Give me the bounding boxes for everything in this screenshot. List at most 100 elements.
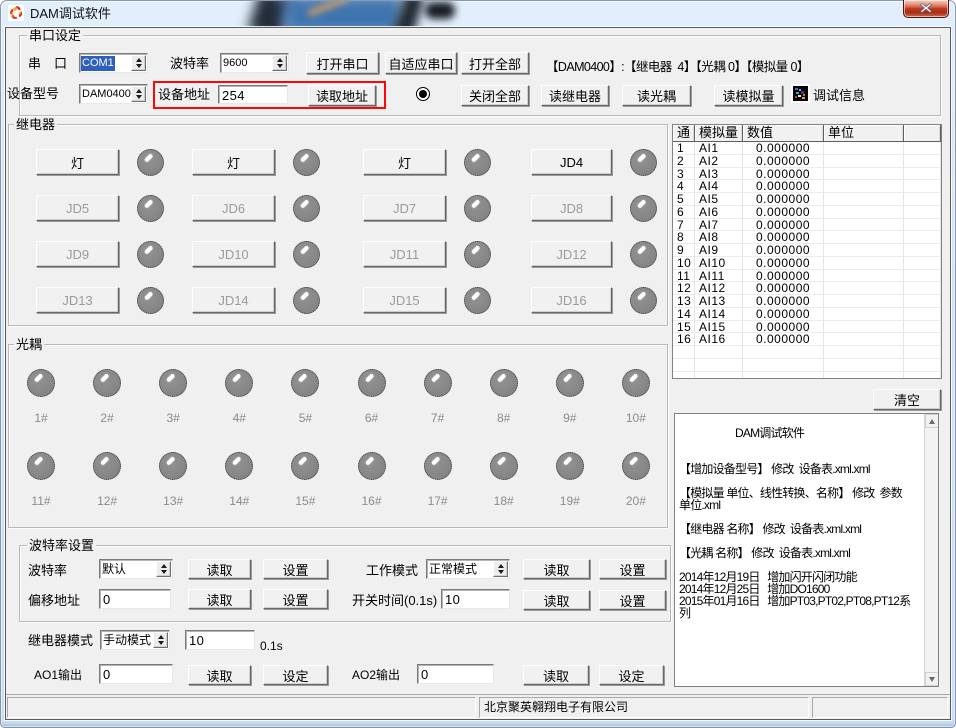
relay-time-input[interactable]: 10 xyxy=(185,630,255,650)
read-analog-button[interactable]: 读模拟量 xyxy=(714,85,783,106)
open-serial-button[interactable]: 打开串口 xyxy=(306,52,379,74)
info-scrollbar[interactable] xyxy=(924,414,938,686)
baudrate-combobox[interactable]: 默认 xyxy=(99,559,173,579)
ao2-input[interactable]: 0 xyxy=(417,664,494,684)
table-row[interactable] xyxy=(673,372,941,380)
relay-button-11[interactable]: JD11 xyxy=(363,241,446,267)
switch-read-button[interactable]: 读取 xyxy=(523,590,590,610)
relay-indicator-7 xyxy=(464,195,491,222)
ao2-set-button[interactable]: 设定 xyxy=(599,665,664,685)
relay-button-3[interactable]: 灯 xyxy=(363,149,446,175)
ao1-input[interactable]: 0 xyxy=(99,664,173,684)
table-row[interactable]: 9AI90.000000 xyxy=(673,244,941,257)
ao2-input-value: 0 xyxy=(421,667,429,682)
table-row[interactable] xyxy=(673,346,941,359)
analog-table[interactable]: 通模拟量数值单位 1AI10.0000002AI20.0000003AI30.0… xyxy=(672,124,942,379)
workmode-combobox[interactable]: 正常模式 xyxy=(426,559,510,579)
scroll-up-button[interactable] xyxy=(925,414,939,428)
relay-button-13[interactable]: JD13 xyxy=(36,287,119,313)
relay-button-6[interactable]: JD6 xyxy=(192,195,275,221)
relay-button-12[interactable]: JD12 xyxy=(531,241,612,267)
baudrate-dropdown-icon[interactable] xyxy=(156,561,171,577)
relay-button-15[interactable]: JD15 xyxy=(363,287,446,313)
table-row[interactable]: 6AI60.000000 xyxy=(673,206,941,219)
relay-button-8[interactable]: JD8 xyxy=(531,195,612,221)
model-dropdown-icon[interactable] xyxy=(131,86,146,102)
table-row[interactable]: 3AI30.000000 xyxy=(673,168,941,181)
read-relay-button[interactable]: 读继电器 xyxy=(541,85,609,106)
table-row[interactable]: 11AI110.000000 xyxy=(673,270,941,283)
offset-read-button[interactable]: 读取 xyxy=(188,589,251,609)
workmode-dropdown-icon[interactable] xyxy=(493,561,508,577)
ao2-read-button[interactable]: 读取 xyxy=(523,665,589,685)
relay-button-2[interactable]: 灯 xyxy=(192,149,275,175)
close-all-button[interactable]: 关闭全部 xyxy=(461,85,529,106)
model-combobox[interactable]: DAM0400 xyxy=(79,84,148,104)
relay-button-10[interactable]: JD10 xyxy=(192,241,275,267)
table-cell: 16 xyxy=(673,333,695,346)
table-header-1[interactable]: 通 xyxy=(673,125,695,142)
table-row[interactable]: 8AI80.000000 xyxy=(673,231,941,244)
table-header-4[interactable]: 单位 xyxy=(824,125,904,142)
table-cell: 3 xyxy=(673,168,695,181)
table-row[interactable]: 12AI120.000000 xyxy=(673,282,941,295)
table-header-5[interactable] xyxy=(904,125,941,142)
relay-indicator-12 xyxy=(630,241,657,268)
table-row[interactable]: 7AI70.000000 xyxy=(673,219,941,232)
port-dropdown-icon[interactable] xyxy=(131,55,146,71)
table-row[interactable]: 13AI130.000000 xyxy=(673,295,941,308)
clear-button[interactable]: 清空 xyxy=(873,389,941,410)
relay-button-9[interactable]: JD9 xyxy=(36,241,119,267)
baud-dropdown-icon[interactable] xyxy=(272,55,287,71)
table-cell xyxy=(673,346,695,359)
table-row[interactable] xyxy=(673,359,941,372)
table-row[interactable]: 16AI160.000000 xyxy=(673,333,941,346)
port-combobox[interactable]: COM1 xyxy=(79,53,148,73)
table-row[interactable]: 15AI150.000000 xyxy=(673,321,941,334)
auto-serial-button[interactable]: 自适应串口 xyxy=(385,52,457,74)
ao-set-button[interactable]: 设定 xyxy=(263,665,328,685)
workmode-set-button[interactable]: 设置 xyxy=(599,559,666,579)
read-opto-button[interactable]: 读光耦 xyxy=(622,85,691,106)
offset-set-button[interactable]: 设置 xyxy=(263,589,328,609)
relay-mode-dropdown-icon[interactable] xyxy=(153,632,168,648)
relay-button-4[interactable]: JD4 xyxy=(531,149,612,175)
relay-button-5[interactable]: JD5 xyxy=(36,195,119,221)
table-cell: AI12 xyxy=(695,282,743,295)
table-row[interactable]: 1AI10.000000 xyxy=(673,142,941,155)
relay-button-7[interactable]: JD7 xyxy=(363,195,446,221)
relay-button-16[interactable]: JD16 xyxy=(531,287,612,313)
baud-set-button[interactable]: 设置 xyxy=(263,559,328,579)
open-all-button[interactable]: 打开全部 xyxy=(461,52,529,74)
baud-combobox[interactable]: 9600 xyxy=(220,53,289,73)
close-button[interactable] xyxy=(903,0,949,18)
relay-mode-combobox[interactable]: 手动模式 xyxy=(100,630,170,650)
switch-time-input[interactable]: 10 xyxy=(441,589,510,609)
offset-input-value: 0 xyxy=(103,592,111,607)
opto-indicator-18 xyxy=(490,452,518,480)
workmode-read-button[interactable]: 读取 xyxy=(523,559,590,579)
opto-channel-label: 7# xyxy=(418,411,458,425)
baud-read-button[interactable]: 读取 xyxy=(188,559,251,579)
table-cell xyxy=(824,142,904,155)
relay-button-1[interactable]: 灯 xyxy=(36,149,119,175)
table-header-2[interactable]: 模拟量 xyxy=(695,125,743,142)
table-cell xyxy=(824,295,904,308)
table-row[interactable]: 4AI40.000000 xyxy=(673,180,941,193)
table-row[interactable]: 5AI50.000000 xyxy=(673,193,941,206)
read-addr-button[interactable]: 读取地址 xyxy=(308,85,376,106)
ao-read-button[interactable]: 读取 xyxy=(188,665,251,685)
table-row[interactable]: 10AI100.000000 xyxy=(673,257,941,270)
table-row[interactable]: 2AI20.000000 xyxy=(673,155,941,168)
table-row[interactable]: 14AI140.000000 xyxy=(673,308,941,321)
titlebar[interactable] xyxy=(1,1,955,28)
relay-button-14[interactable]: JD14 xyxy=(192,287,275,313)
info-textarea[interactable]: DAM调试软件 【增加设备型号】 修改 设备表.xml.xml 【模拟量 单位、… xyxy=(674,413,939,687)
table-cell: AI15 xyxy=(695,321,743,334)
switch-set-button[interactable]: 设置 xyxy=(599,590,666,610)
table-header-3[interactable]: 数值 xyxy=(743,125,824,142)
scroll-down-button[interactable] xyxy=(925,672,939,686)
company-name: 北京聚英翱翔电子有限公司 xyxy=(480,698,808,717)
addr-input[interactable]: 254 xyxy=(218,85,288,104)
offset-input[interactable]: 0 xyxy=(99,589,171,609)
